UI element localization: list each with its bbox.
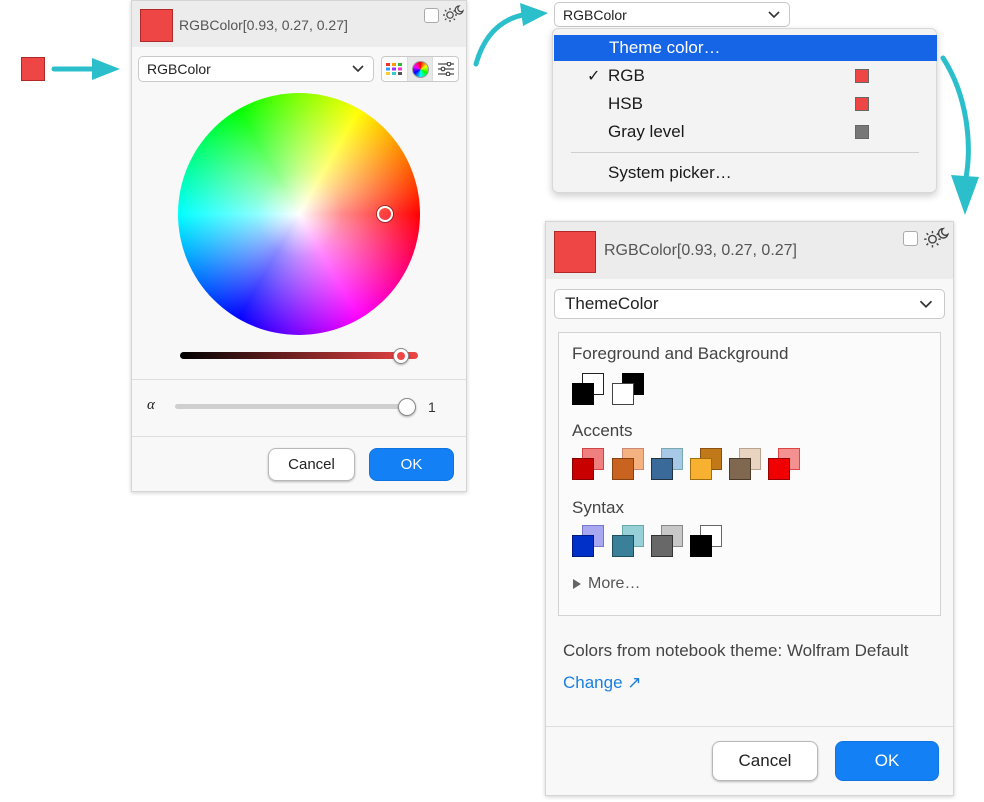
gray-swatch bbox=[855, 125, 869, 139]
swatch-accent-3[interactable] bbox=[651, 448, 683, 480]
swatch-accent-1[interactable] bbox=[572, 448, 604, 480]
swatch-syntax-2[interactable] bbox=[612, 525, 644, 557]
cancel-button[interactable]: Cancel bbox=[712, 741, 818, 781]
ok-button[interactable]: OK bbox=[835, 741, 939, 781]
dropdown-value: RGBColor bbox=[147, 61, 211, 77]
menu-item-rgb[interactable]: ✓ RGB bbox=[553, 63, 936, 89]
swatch-grid-mode-button[interactable] bbox=[382, 57, 408, 81]
rgb-swatch bbox=[855, 69, 869, 83]
theme-toggle-checkbox[interactable] bbox=[903, 231, 918, 246]
hsb-swatch bbox=[855, 97, 869, 111]
menu-item-theme-color[interactable]: Theme color… bbox=[554, 35, 937, 61]
color-space-dropdown[interactable]: RGBColor bbox=[138, 56, 374, 82]
color-expression-text: RGBColor[0.93, 0.27, 0.27] bbox=[179, 17, 348, 33]
sliders-mode-button[interactable] bbox=[433, 57, 458, 81]
menu-separator bbox=[571, 152, 919, 153]
menu-trigger-dropdown[interactable]: RGBColor bbox=[554, 2, 790, 27]
change-theme-link[interactable]: Change ↗ bbox=[563, 673, 642, 693]
menu-item-label: System picker… bbox=[608, 163, 732, 182]
theme-color-panel: RGBColor[0.93, 0.27, 0.27] ThemeColor Fo… bbox=[545, 221, 954, 796]
current-color-preview bbox=[554, 231, 596, 273]
arrow-to-theme-panel-icon bbox=[940, 55, 979, 215]
color-picker-wheel-panel: RGBColor[0.93, 0.27, 0.27] RGBColor α 1 … bbox=[131, 0, 467, 492]
sun-moon-icon[interactable] bbox=[923, 227, 949, 249]
swatch-foreground[interactable] bbox=[572, 373, 604, 405]
triangle-right-icon bbox=[573, 579, 581, 589]
swatch-syntax-4[interactable] bbox=[690, 525, 722, 557]
divider bbox=[132, 379, 466, 380]
swatch-accent-2[interactable] bbox=[612, 448, 644, 480]
color-expression-text: RGBColor[0.93, 0.27, 0.27] bbox=[604, 242, 797, 259]
swatch-accent-6[interactable] bbox=[768, 448, 800, 480]
ok-button[interactable]: OK bbox=[369, 448, 454, 481]
more-expander[interactable]: More… bbox=[572, 575, 640, 593]
alpha-slider-handle[interactable] bbox=[398, 398, 416, 416]
swatch-syntax-1[interactable] bbox=[572, 525, 604, 557]
section-title-foreground-background: Foreground and Background bbox=[572, 344, 789, 363]
color-wheel-icon bbox=[411, 60, 429, 78]
menu-item-label: RGB bbox=[608, 66, 645, 85]
picker-mode-switch bbox=[381, 56, 459, 82]
sun-moon-icon[interactable] bbox=[442, 5, 464, 23]
menu-item-label: HSB bbox=[608, 94, 643, 113]
sliders-icon bbox=[437, 62, 454, 76]
chevron-down-icon bbox=[768, 10, 780, 18]
alpha-value: 1 bbox=[428, 399, 436, 415]
color-grid-icon bbox=[386, 63, 403, 75]
alpha-label: α bbox=[147, 397, 155, 413]
swatch-background[interactable] bbox=[612, 373, 644, 405]
arrow-to-menu-icon bbox=[473, 3, 548, 67]
menu-item-system-picker[interactable]: System picker… bbox=[553, 160, 936, 186]
checkmark-icon: ✓ bbox=[587, 68, 601, 85]
menu-item-hsb[interactable]: HSB bbox=[553, 91, 936, 117]
theme-source-text: Colors from notebook theme: Wolfram Defa… bbox=[563, 641, 909, 660]
current-color-preview bbox=[140, 9, 173, 42]
menu-item-label: Theme color… bbox=[609, 38, 721, 57]
theme-toggle-checkbox[interactable] bbox=[424, 8, 439, 23]
source-color-swatch[interactable] bbox=[21, 57, 45, 81]
color-space-dropdown[interactable]: ThemeColor bbox=[554, 289, 945, 319]
dropdown-value: ThemeColor bbox=[565, 294, 659, 313]
chevron-down-icon bbox=[352, 65, 364, 73]
wheel-selector-handle[interactable] bbox=[377, 206, 393, 222]
section-title-accents: Accents bbox=[572, 421, 633, 440]
section-title-syntax: Syntax bbox=[572, 498, 624, 517]
brightness-slider-track[interactable] bbox=[180, 352, 418, 359]
swatch-accent-5[interactable] bbox=[729, 448, 761, 480]
divider bbox=[546, 726, 953, 727]
arrow-to-picker-icon bbox=[51, 58, 120, 80]
divider bbox=[132, 436, 466, 437]
brightness-slider-handle[interactable] bbox=[393, 348, 410, 364]
more-label: More… bbox=[588, 575, 641, 592]
color-wheel-mode-button[interactable] bbox=[407, 57, 434, 81]
dropdown-value: RGBColor bbox=[563, 6, 627, 23]
cancel-button[interactable]: Cancel bbox=[268, 448, 355, 481]
theme-color-list: Foreground and Background Accents Syntax… bbox=[558, 332, 941, 616]
color-space-menu: Theme color… ✓ RGB HSB Gray level System… bbox=[552, 28, 937, 193]
menu-item-gray-level[interactable]: Gray level bbox=[553, 119, 936, 145]
chevron-down-icon bbox=[919, 300, 933, 308]
menu-item-label: Gray level bbox=[608, 122, 685, 141]
swatch-accent-4[interactable] bbox=[690, 448, 722, 480]
swatch-syntax-3[interactable] bbox=[651, 525, 683, 557]
alpha-slider-track[interactable] bbox=[175, 404, 407, 409]
